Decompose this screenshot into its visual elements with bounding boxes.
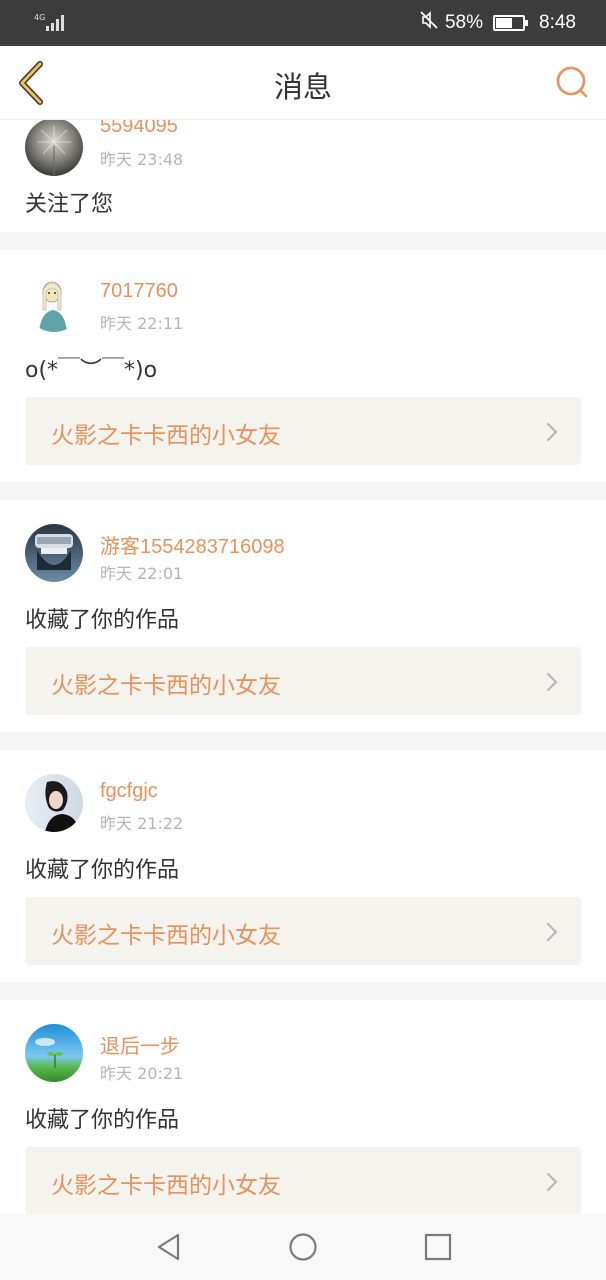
chevron-right-icon [546,1172,558,1192]
username[interactable]: 游客1554283716098 [100,530,285,559]
chevron-right-icon [546,422,558,442]
chevron-right-icon [546,672,558,692]
work-title: 火影之卡卡西的小女友 [51,673,281,699]
username[interactable]: 退后一步 [100,1030,180,1059]
status-bar: 4G 58% 8:48 [0,0,606,46]
work-title: 火影之卡卡西的小女友 [51,1173,281,1199]
username[interactable]: 7017760 [100,280,178,303]
work-link[interactable]: 火影之卡卡西的小女友 [25,397,581,465]
timestamp: 昨天 21:22 [100,814,184,833]
message-text: 收藏了你的作品 [25,608,180,633]
clock: 8:48 [539,12,576,33]
search-button[interactable] [554,64,590,100]
message-text: 收藏了你的作品 [25,1108,180,1133]
circle-home-icon[interactable] [288,1232,318,1262]
username[interactable]: fgcfgjc [100,780,158,803]
message-list[interactable]: 5594095 昨天 23:48 关注了您 7017760 昨天 22:11 o… [0,120,606,1214]
timestamp: 昨天 20:21 [100,1064,184,1083]
search-icon [556,66,588,98]
system-nav-bar [0,1214,606,1280]
mute-icon [419,10,439,36]
work-link[interactable]: 火影之卡卡西的小女友 [25,647,581,715]
work-link[interactable]: 火影之卡卡西的小女友 [25,1147,581,1214]
page-title: 消息 [273,70,332,104]
timestamp: 昨天 23:48 [100,150,184,169]
timestamp: 昨天 22:01 [100,564,184,583]
notification-card[interactable]: 5594095 昨天 23:48 关注了您 [0,120,606,232]
avatar[interactable] [25,524,83,582]
avatar[interactable] [25,120,83,176]
timestamp: 昨天 22:11 [100,314,184,333]
avatar[interactable] [25,774,83,832]
notification-card[interactable]: 7017760 昨天 22:11 o(*￣︶￣*)o 火影之卡卡西的小女友 [0,250,606,482]
notification-card[interactable]: 游客1554283716098 昨天 22:01 收藏了你的作品 火影之卡卡西的… [0,500,606,732]
work-link[interactable]: 火影之卡卡西的小女友 [25,897,581,965]
notification-card[interactable]: 退后一步 昨天 20:21 收藏了你的作品 火影之卡卡西的小女友 [0,1000,606,1214]
triangle-back-icon[interactable] [154,1232,184,1262]
header: 消息 [0,46,606,120]
battery-percent: 58% [444,12,484,33]
message-text: 关注了您 [25,192,114,217]
battery-icon [493,15,529,31]
work-title: 火影之卡卡西的小女友 [51,923,281,949]
chevron-right-icon [546,922,558,942]
username[interactable]: 5594095 [100,120,178,138]
work-title: 火影之卡卡西的小女友 [51,423,281,449]
notification-card[interactable]: fgcfgjc 昨天 21:22 收藏了你的作品 火影之卡卡西的小女友 [0,750,606,982]
avatar[interactable] [25,1024,83,1082]
message-text: o(*￣︶￣*)o [25,358,158,383]
square-recent-icon[interactable] [423,1232,453,1262]
signal-icon: 4G [34,11,68,33]
network-type: 4G [34,13,45,22]
avatar[interactable] [25,274,83,332]
message-text: 收藏了你的作品 [25,858,180,883]
